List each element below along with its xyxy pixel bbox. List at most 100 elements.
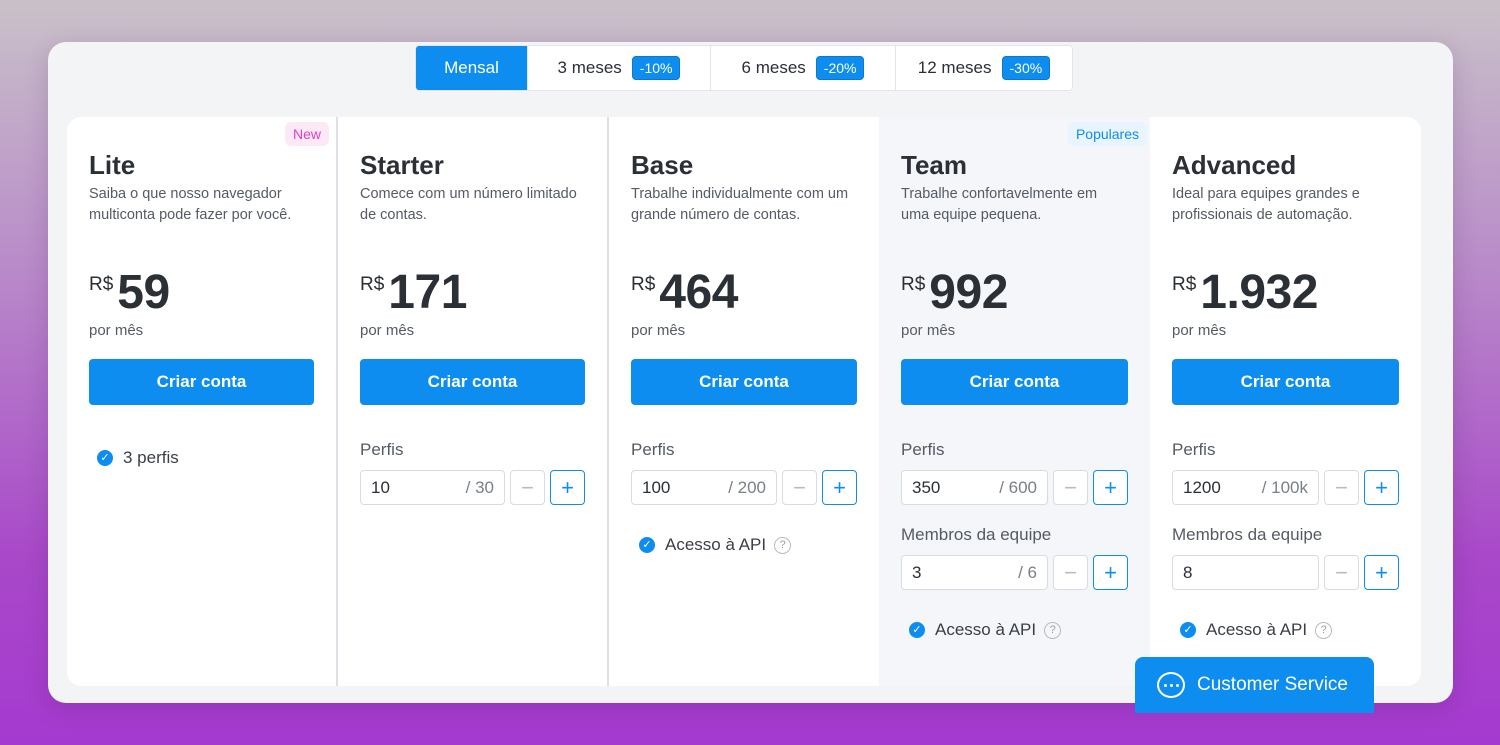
- help-icon[interactable]: ?: [1315, 621, 1333, 639]
- check-icon: ✓: [1180, 622, 1196, 638]
- tab-label: 6 meses: [741, 58, 806, 77]
- check-icon: ✓: [639, 537, 655, 553]
- decrement-button[interactable]: −: [510, 470, 545, 505]
- tab-label: 3 meses: [557, 58, 622, 77]
- profiles-stepper: 10 / 30 − +: [360, 470, 585, 505]
- profiles-input[interactable]: 100 / 200: [631, 470, 777, 505]
- plan-name: Base: [631, 150, 694, 180]
- minus-icon: −: [1335, 559, 1348, 585]
- tab-3-meses[interactable]: 3 meses -10%: [528, 46, 711, 90]
- help-icon[interactable]: ?: [774, 536, 792, 554]
- profiles-label: Perfis: [901, 440, 945, 459]
- price-amount: 59: [117, 266, 170, 319]
- plan-card-lite: New Lite Saiba o que nosso navegador mul…: [67, 117, 338, 686]
- currency-symbol: R$: [631, 274, 656, 295]
- pricing-panel: Mensal 3 meses -10% 6 meses -20% 12 mese…: [48, 42, 1453, 703]
- tab-12-meses[interactable]: 12 meses -30%: [896, 46, 1072, 90]
- feature-label: Acesso à API: [665, 535, 767, 554]
- plan-description: Ideal para equipes grandes e profissiona…: [1172, 186, 1360, 223]
- profiles-label: Perfis: [360, 440, 404, 459]
- members-max: / 6: [1018, 562, 1037, 582]
- feature-item: ✓ Acesso à API ?: [1180, 620, 1333, 640]
- increment-button[interactable]: +: [1093, 470, 1128, 505]
- billing-period-tabs: Mensal 3 meses -10% 6 meses -20% 12 mese…: [415, 45, 1073, 91]
- minus-icon: −: [1064, 559, 1077, 585]
- profiles-value: 1200: [1183, 477, 1221, 497]
- plans-grid: New Lite Saiba o que nosso navegador mul…: [67, 117, 1421, 686]
- plan-price: R$ 464: [631, 267, 738, 319]
- tab-6-meses[interactable]: 6 meses -20%: [711, 46, 896, 90]
- create-account-button[interactable]: Criar conta: [89, 359, 314, 405]
- profiles-value: 350: [912, 477, 941, 497]
- members-value: 8: [1183, 562, 1193, 582]
- increment-button[interactable]: +: [1364, 470, 1399, 505]
- feature-label: Acesso à API: [935, 620, 1037, 639]
- popular-badge: Populares: [1067, 122, 1147, 146]
- plus-icon: +: [833, 474, 846, 500]
- members-label: Membros da equipe: [901, 525, 1052, 544]
- plan-name: Starter: [360, 150, 444, 180]
- profiles-input[interactable]: 350 / 600: [901, 470, 1048, 505]
- price-period: por mês: [89, 322, 144, 339]
- increment-button[interactable]: +: [822, 470, 857, 505]
- members-input[interactable]: 8: [1172, 555, 1319, 590]
- members-input[interactable]: 3 / 6: [901, 555, 1048, 590]
- plan-description: Comece com um número limitado de contas.: [360, 186, 577, 223]
- decrement-button[interactable]: −: [1053, 555, 1088, 590]
- plan-price: R$ 1.932: [1172, 267, 1318, 319]
- price-period: por mês: [360, 322, 415, 339]
- create-account-button[interactable]: Criar conta: [1172, 359, 1399, 405]
- profiles-stepper: 100 / 200 − +: [631, 470, 857, 505]
- profiles-value: 100: [642, 477, 671, 497]
- profiles-max: / 30: [465, 477, 494, 497]
- create-account-button[interactable]: Criar conta: [631, 359, 857, 405]
- price-amount: 464: [659, 266, 738, 319]
- price-period: por mês: [1172, 322, 1227, 339]
- chat-icon: [1157, 672, 1185, 698]
- decrement-button[interactable]: −: [1324, 555, 1359, 590]
- check-icon: ✓: [97, 450, 113, 466]
- currency-symbol: R$: [89, 274, 114, 295]
- plus-icon: +: [1375, 559, 1388, 585]
- profiles-input[interactable]: 10 / 30: [360, 470, 505, 505]
- members-stepper: 8 − +: [1172, 555, 1399, 590]
- profiles-input[interactable]: 1200 / 100k: [1172, 470, 1319, 505]
- minus-icon: −: [521, 474, 534, 500]
- decrement-button[interactable]: −: [782, 470, 817, 505]
- decrement-button[interactable]: −: [1324, 470, 1359, 505]
- plan-price: R$ 171: [360, 267, 467, 319]
- minus-icon: −: [793, 474, 806, 500]
- feature-item: ✓ Acesso à API ?: [909, 620, 1062, 640]
- members-label: Membros da equipe: [1172, 525, 1323, 544]
- profiles-label: Perfis: [1172, 440, 1216, 459]
- profiles-max: / 200: [728, 477, 766, 497]
- price-period: por mês: [901, 322, 956, 339]
- plan-price: R$ 59: [89, 267, 170, 319]
- increment-button[interactable]: +: [550, 470, 585, 505]
- decrement-button[interactable]: −: [1053, 470, 1088, 505]
- minus-icon: −: [1064, 474, 1077, 500]
- feature-label: 3 perfis: [123, 448, 179, 467]
- plan-description: Saiba o que nosso navegador multiconta p…: [89, 186, 292, 223]
- check-icon: ✓: [909, 622, 925, 638]
- tab-mensal[interactable]: Mensal: [416, 46, 528, 90]
- help-icon[interactable]: ?: [1044, 621, 1062, 639]
- tab-label: Mensal: [444, 58, 499, 77]
- plan-price: R$ 992: [901, 267, 1008, 319]
- create-account-button[interactable]: Criar conta: [901, 359, 1128, 405]
- price-amount: 171: [388, 266, 467, 319]
- increment-button[interactable]: +: [1364, 555, 1399, 590]
- customer-service-button[interactable]: Customer Service: [1135, 657, 1374, 713]
- plan-name: Advanced: [1172, 150, 1297, 180]
- plan-name: Team: [901, 150, 967, 180]
- tab-label: 12 meses: [917, 58, 992, 77]
- increment-button[interactable]: +: [1093, 555, 1128, 590]
- feature-item: ✓ Acesso à API ?: [639, 535, 792, 555]
- price-period: por mês: [631, 322, 686, 339]
- currency-symbol: R$: [1172, 274, 1197, 295]
- members-value: 3: [912, 562, 922, 582]
- feature-label: Acesso à API: [1206, 620, 1308, 639]
- profiles-max: / 600: [999, 477, 1037, 497]
- create-account-button[interactable]: Criar conta: [360, 359, 585, 405]
- plan-description: Trabalhe confortavelmente em uma equipe …: [901, 186, 1098, 223]
